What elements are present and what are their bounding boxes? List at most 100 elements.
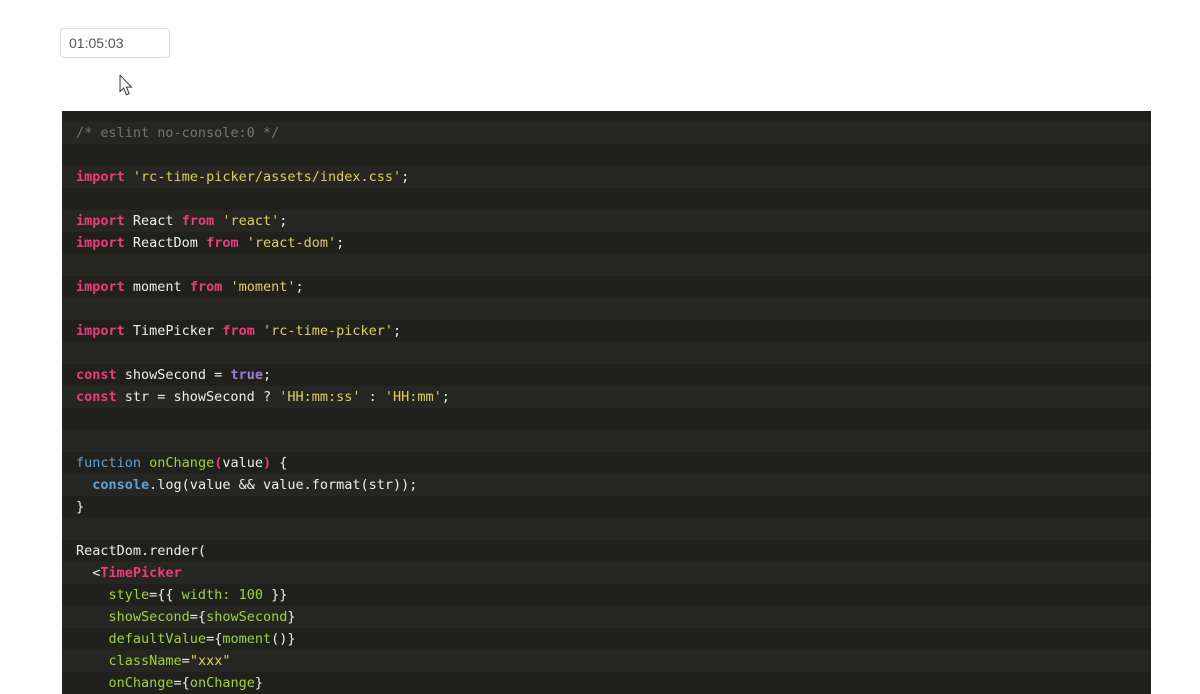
code-token-grn: style xyxy=(109,587,150,603)
code-line: function onChange(value) { xyxy=(62,452,1151,474)
code-token-pln xyxy=(230,587,238,603)
code-token-pln: ={ xyxy=(206,631,222,647)
code-token-kw: ) xyxy=(263,455,271,471)
code-token-pln: } xyxy=(287,609,295,625)
code-token-pln: }} xyxy=(263,587,287,603)
code-token-pln: ; xyxy=(296,279,304,295)
code-token-kw: import xyxy=(76,213,125,229)
code-editor: /* eslint no-console:0 */ import 'rc-tim… xyxy=(62,111,1151,694)
code-token-pln: showSecond = xyxy=(117,367,231,383)
code-token-grn: showSecond xyxy=(206,609,287,625)
code-token-pln: TimePicker xyxy=(125,323,223,339)
mouse-cursor-icon xyxy=(119,75,134,96)
code-line: import TimePicker from 'rc-time-picker'; xyxy=(62,320,1151,342)
code-token-kw: TimePicker xyxy=(100,565,181,581)
code-token-pln: ; xyxy=(393,323,401,339)
code-token-blu: function xyxy=(76,455,141,471)
code-token-grn: moment xyxy=(222,631,271,647)
code-token-pln: ={{ xyxy=(149,587,182,603)
code-line xyxy=(62,342,1151,364)
code-token-pln: ; xyxy=(336,235,344,251)
code-token-pln: < xyxy=(76,565,100,581)
code-token-pln xyxy=(255,323,263,339)
code-token-grn: onChange xyxy=(149,455,214,471)
code-line: defaultValue={moment()} xyxy=(62,628,1151,650)
code-token-grn: onChange xyxy=(109,675,174,691)
code-line: /* eslint no-console:0 */ xyxy=(62,122,1151,144)
code-token-pln xyxy=(76,653,109,669)
code-token-pln: .log(value && value.format(str)); xyxy=(149,477,417,493)
code-token-pln xyxy=(76,631,109,647)
time-picker-input[interactable] xyxy=(60,28,170,58)
code-token-kw: from xyxy=(190,279,223,295)
code-token-pln: ; xyxy=(401,169,409,185)
code-line: console.log(value && value.format(str)); xyxy=(62,474,1151,496)
code-token-str: 'HH:mm' xyxy=(385,389,442,405)
code-line: style={{ width: 100 }} xyxy=(62,584,1151,606)
code-line xyxy=(62,254,1151,276)
code-token-grn: 100 xyxy=(239,587,263,603)
code-token-grn: width: xyxy=(182,587,231,603)
code-token-pln: ()} xyxy=(271,631,295,647)
code-token-pln: = xyxy=(182,653,190,669)
code-token-pln: { xyxy=(271,455,287,471)
code-token-grn: className xyxy=(109,653,182,669)
code-token-str: 'rc-time-picker/assets/index.css' xyxy=(133,169,401,185)
code-line: onChange={onChange} xyxy=(62,672,1151,694)
code-token-kw: import xyxy=(76,279,125,295)
code-token-kw: from xyxy=(222,323,255,339)
code-line xyxy=(62,144,1151,166)
code-line: } xyxy=(62,496,1151,518)
code-token-str: "xxx" xyxy=(190,653,231,669)
code-token-kw: import xyxy=(76,169,125,185)
code-token-grn: showSecond xyxy=(109,609,190,625)
code-line: import ReactDom from 'react-dom'; xyxy=(62,232,1151,254)
code-token-str: 'rc-time-picker' xyxy=(263,323,393,339)
code-line: import React from 'react'; xyxy=(62,210,1151,232)
code-token-pln: } xyxy=(255,675,263,691)
code-line: import 'rc-time-picker/assets/index.css'… xyxy=(62,166,1151,188)
code-token-pln: : xyxy=(360,389,384,405)
code-token-pln: React xyxy=(125,213,182,229)
code-token-pln: ReactDom xyxy=(125,235,206,251)
code-line: <TimePicker xyxy=(62,562,1151,584)
code-line xyxy=(62,518,1151,540)
code-token-pln: ReactDom.render( xyxy=(76,543,206,559)
code-token-pln: str = showSecond ? xyxy=(117,389,280,405)
code-line: showSecond={showSecond} xyxy=(62,606,1151,628)
code-line xyxy=(62,188,1151,210)
code-token-kw: const xyxy=(76,367,117,383)
code-line xyxy=(62,298,1151,320)
code-token-pln xyxy=(125,169,133,185)
code-token-pln xyxy=(141,455,149,471)
code-token-pln: ; xyxy=(263,367,271,383)
code-line: import moment from 'moment'; xyxy=(62,276,1151,298)
code-token-pln xyxy=(76,609,109,625)
code-token-com: /* eslint no-console:0 */ xyxy=(76,125,279,141)
code-token-kw: import xyxy=(76,235,125,251)
code-token-pln: } xyxy=(76,499,84,515)
code-token-pln: ={ xyxy=(190,609,206,625)
code-token-pln: ; xyxy=(279,213,287,229)
code-line: const str = showSecond ? 'HH:mm:ss' : 'H… xyxy=(62,386,1151,408)
code-token-pln xyxy=(76,675,109,691)
code-token-kw: from xyxy=(182,213,215,229)
code-token-pln: ; xyxy=(442,389,450,405)
code-token-boo: true xyxy=(230,367,263,383)
code-token-str: 'react' xyxy=(222,213,279,229)
code-token-pln: value xyxy=(222,455,263,471)
code-line: const showSecond = true; xyxy=(62,364,1151,386)
code-token-str: 'HH:mm:ss' xyxy=(279,389,360,405)
code-line xyxy=(62,408,1151,430)
code-token-grn: onChange xyxy=(190,675,255,691)
code-token-grn: defaultValue xyxy=(109,631,207,647)
code-line xyxy=(62,430,1151,452)
code-token-kw: from xyxy=(206,235,239,251)
code-token-pln: moment xyxy=(125,279,190,295)
code-line: className="xxx" xyxy=(62,650,1151,672)
code-token-str: 'moment' xyxy=(230,279,295,295)
code-token-blub: console xyxy=(92,477,149,493)
code-token-pln xyxy=(76,587,109,603)
code-token-pln xyxy=(76,477,92,493)
code-token-str: 'react-dom' xyxy=(247,235,336,251)
